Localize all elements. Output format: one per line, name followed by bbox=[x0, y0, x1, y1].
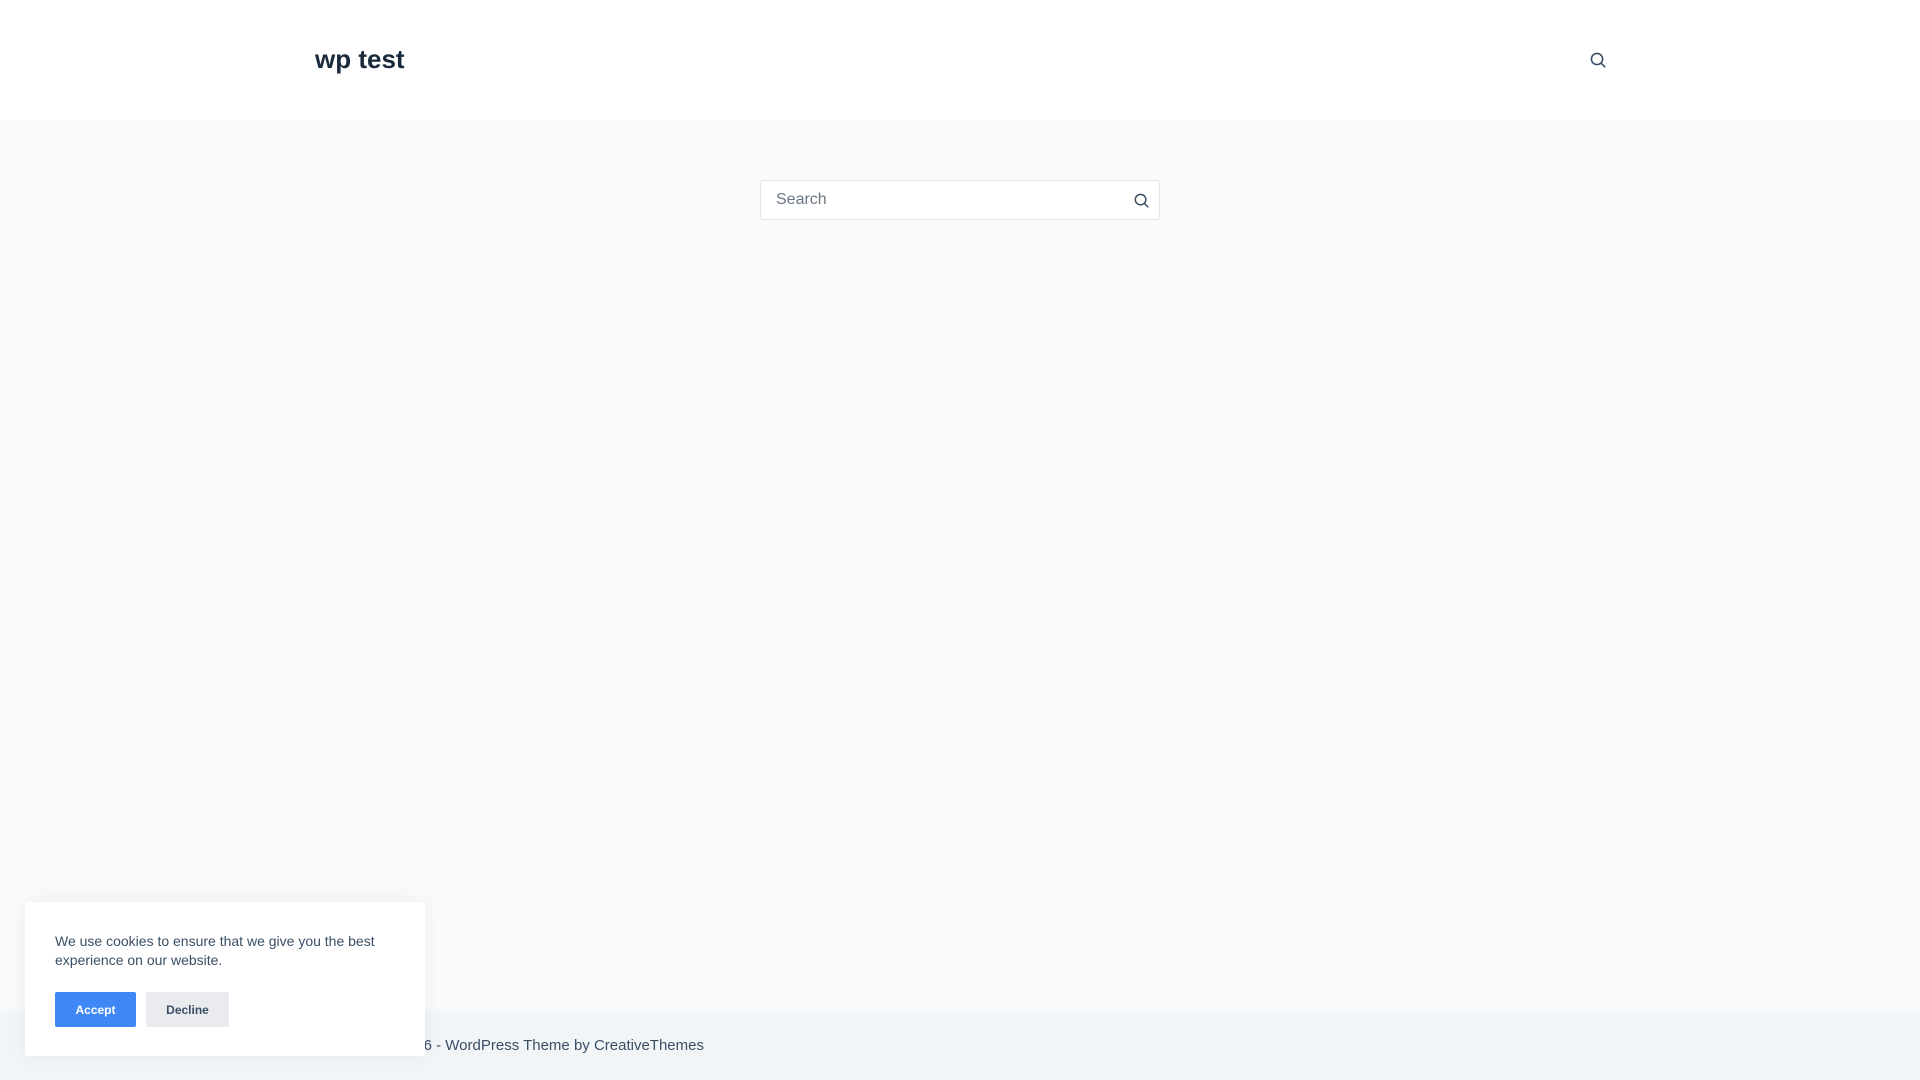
cookie-consent-banner: We use cookies to ensure that we give yo… bbox=[25, 902, 425, 1056]
accept-button[interactable]: Accept bbox=[55, 992, 136, 1027]
search-form bbox=[760, 180, 1160, 220]
site-header: wp test bbox=[0, 0, 1920, 120]
header-search-button[interactable] bbox=[1586, 48, 1610, 72]
search-input[interactable] bbox=[761, 181, 1121, 219]
search-icon bbox=[1134, 193, 1149, 208]
site-title-link[interactable]: wp test bbox=[315, 42, 405, 76]
search-icon bbox=[1590, 52, 1606, 68]
decline-button[interactable]: Decline bbox=[146, 992, 229, 1027]
cookie-message: We use cookies to ensure that we give yo… bbox=[55, 933, 375, 968]
search-submit-button[interactable] bbox=[1131, 190, 1151, 210]
